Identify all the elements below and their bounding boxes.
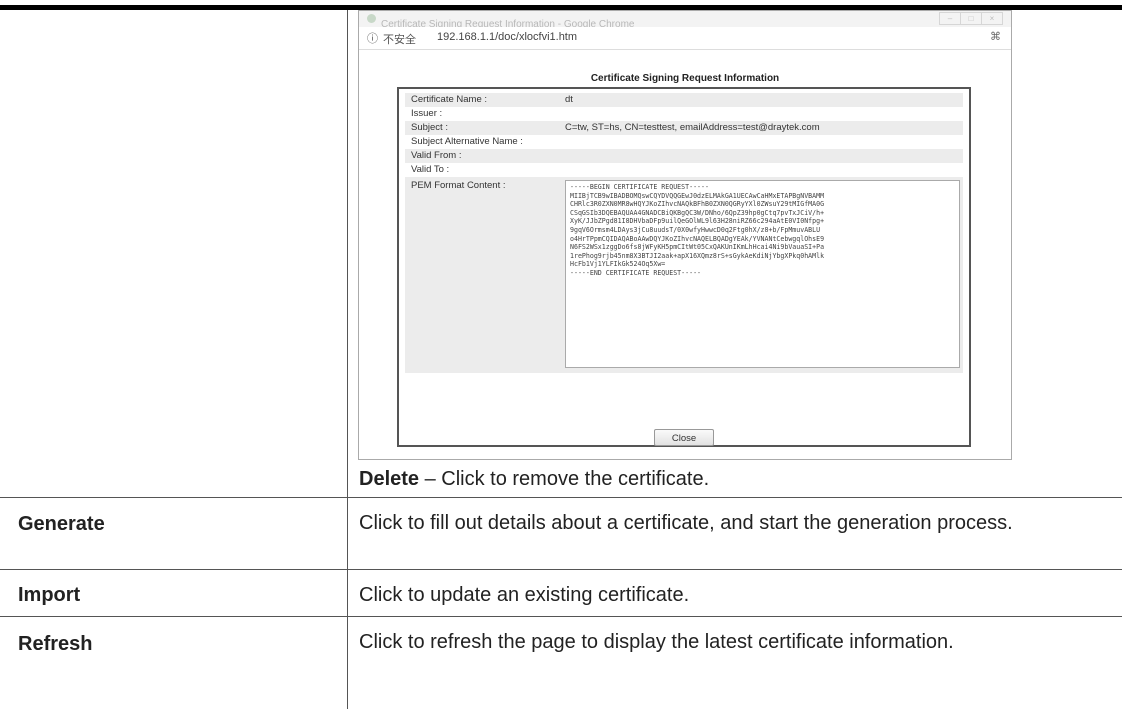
translate-icon[interactable]: ⌘: [990, 30, 1001, 43]
close-button[interactable]: Close: [654, 429, 714, 446]
refresh-term: Refresh: [18, 633, 93, 655]
import-term: Import: [18, 584, 81, 606]
pem-content-textarea[interactable]: -----BEGIN CERTIFICATE REQUEST----- MIIB…: [565, 180, 960, 368]
csr-screenshot: Certificate Signing Request Information …: [358, 10, 1012, 460]
field-label: Subject :: [411, 122, 448, 133]
field-label: Certificate Name :: [411, 94, 488, 105]
delete-term: Delete: [359, 468, 420, 490]
security-label: 不安全: [383, 34, 416, 46]
maximize-icon[interactable]: □: [960, 12, 982, 25]
delete-description: Delete – Click to remove the certificate…: [359, 466, 709, 492]
field-label: Valid To :: [411, 164, 450, 175]
window-controls: – □ ×: [939, 12, 1003, 25]
chrome-favicon-icon: [367, 14, 376, 23]
import-description: Click to update an existing certificate.: [359, 584, 690, 606]
field-row: Subject Alternative Name :: [405, 135, 963, 149]
info-icon[interactable]: ⓘ: [367, 30, 378, 46]
field-row: Certificate Name : dt: [405, 93, 963, 107]
field-row: Valid From :: [405, 149, 963, 163]
field-label: Issuer :: [411, 108, 443, 119]
generate-description: Click to fill out details about a certif…: [359, 512, 1013, 534]
pem-row: PEM Format Content : -----BEGIN CERTIFIC…: [405, 177, 963, 373]
field-row: Valid To :: [405, 163, 963, 177]
row-divider: [0, 616, 1122, 617]
field-label: Valid From :: [411, 150, 462, 161]
csr-info-table: Certificate Name : dt Issuer : Subject :…: [397, 87, 971, 447]
column-divider: [347, 10, 348, 709]
close-window-icon[interactable]: ×: [981, 12, 1003, 25]
minimize-icon[interactable]: –: [939, 12, 961, 25]
row-divider: [0, 569, 1122, 570]
refresh-description: Click to refresh the page to display the…: [359, 631, 954, 653]
field-value: C=tw, ST=hs, CN=testtest, emailAddress=t…: [565, 122, 820, 133]
pem-label: PEM Format Content :: [411, 180, 506, 191]
row-divider: [0, 497, 1122, 498]
delete-text: – Click to remove the certificate.: [419, 468, 710, 490]
url-text[interactable]: 192.168.1.1/doc/xlocfvi1.htm: [437, 31, 577, 43]
field-label: Subject Alternative Name :: [411, 136, 523, 147]
field-row: Issuer :: [405, 107, 963, 121]
generate-term: Generate: [18, 513, 105, 535]
field-value: dt: [565, 94, 573, 105]
dialog-title: Certificate Signing Request Information: [590, 73, 780, 84]
field-row: Subject : C=tw, ST=hs, CN=testtest, emai…: [405, 121, 963, 135]
browser-titlebar: Certificate Signing Request Information …: [359, 11, 1011, 30]
address-bar[interactable]: ⓘ 不安全 192.168.1.1/doc/xlocfvi1.htm ⌘: [359, 27, 1011, 50]
